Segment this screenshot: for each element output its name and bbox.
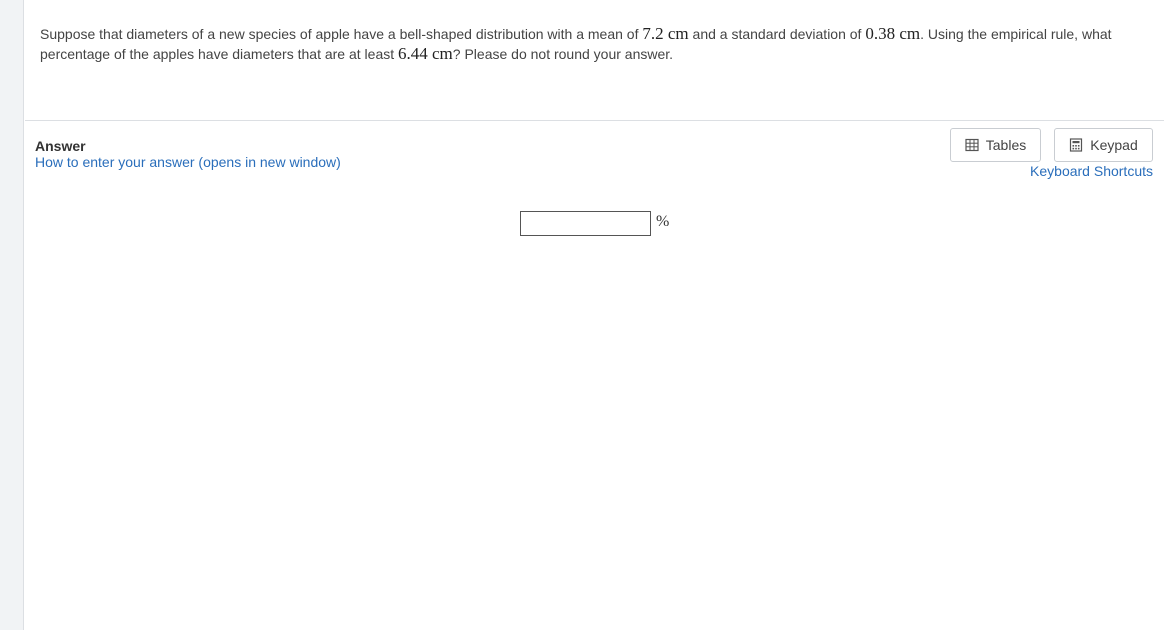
how-to-enter-answer-link[interactable]: How to enter your answer (opens in new w… xyxy=(35,154,341,170)
tables-button[interactable]: Tables xyxy=(950,128,1041,162)
mean-value: 7.2 cm xyxy=(642,24,689,43)
answer-label: Answer xyxy=(35,138,86,154)
keyboard-shortcuts-link[interactable]: Keyboard Shortcuts xyxy=(1030,163,1153,179)
std-dev-value: 0.38 cm xyxy=(865,24,921,43)
question-text: Suppose that diameters of a new species … xyxy=(40,24,1150,64)
threshold-value: 6.44 cm xyxy=(398,44,453,63)
question-part: and a standard deviation of xyxy=(688,26,866,42)
calculator-icon xyxy=(1070,138,1083,152)
percent-unit: % xyxy=(656,213,670,230)
keypad-button[interactable]: Keypad xyxy=(1054,128,1153,162)
section-divider xyxy=(25,120,1164,121)
tables-button-label: Tables xyxy=(985,137,1027,153)
keypad-button-label: Keypad xyxy=(1090,137,1138,153)
table-icon xyxy=(965,138,979,152)
left-rail xyxy=(0,0,24,630)
question-part: ? Please do not round your answer. xyxy=(452,46,674,62)
answer-input[interactable] xyxy=(520,211,651,236)
question-part: Suppose that diameters of a new species … xyxy=(40,26,643,42)
